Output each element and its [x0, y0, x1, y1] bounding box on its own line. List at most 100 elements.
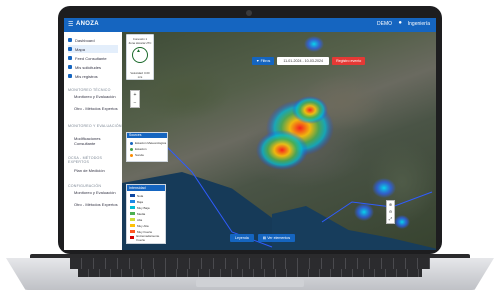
filter-icon: ▼: [256, 59, 260, 63]
feed-icon: [68, 56, 72, 60]
filter-label: Filtros: [260, 59, 271, 63]
sources-legend: Sources Estación Meteorológica Estación …: [126, 132, 168, 162]
intensity-legend: Intensidad Nula Baja Muy Baja Media Alta…: [126, 184, 166, 244]
keyboard-row: [70, 258, 430, 269]
compass-widget: Conexión 1 Zona Horaria UTC ▲ Velocidad:…: [126, 34, 154, 80]
app-brand: ANOZA: [76, 21, 99, 27]
heatmap-blob: [354, 203, 374, 221]
map-toolbar: ▼ Filtros 11-01-2024 - 10-03-2024 Regist…: [252, 57, 366, 65]
compass-speed: Velocidad: 0.00 m/s: [130, 71, 150, 79]
sidebar-item-label: Mapa: [75, 46, 86, 52]
sidebar-subitem[interactable]: Modificaciones Consultante: [74, 136, 120, 146]
records-icon: [68, 74, 72, 78]
requests-icon: [68, 65, 72, 69]
keyboard-row: [78, 269, 422, 277]
trackpad: [196, 279, 304, 287]
legend-item: Baja: [130, 199, 143, 204]
heatmap-blob: [372, 178, 396, 198]
register-event-button[interactable]: Registro evento: [332, 57, 366, 65]
sidebar: Dashboard Mapa Feed Consultante Mis soli…: [64, 32, 123, 250]
layers-icon: ▤: [262, 236, 267, 240]
boundary-line: [321, 191, 433, 223]
probe-icon: [130, 153, 133, 157]
zoom-out-icon[interactable]: ⊖: [387, 208, 394, 215]
legend-label: Muy Baja: [137, 205, 150, 210]
sidebar-subitem[interactable]: Otro - Métodos Expertos: [74, 106, 120, 111]
legend-label: Estación Meteorológica: [135, 141, 167, 145]
color-swatch: [130, 218, 135, 221]
sidebar-item-feed[interactable]: Feed Consultante: [68, 54, 107, 62]
legend-label: Extremadamente Fuerte: [136, 233, 160, 242]
legend-item: Extremadamente Fuerte: [130, 233, 165, 242]
legend-item: Estación: [130, 147, 147, 151]
sidebar-subitem[interactable]: Monitoreo y Evaluación: [74, 190, 120, 195]
legend-label: Alta: [137, 217, 143, 222]
map-bottom-bar: Leyenda ▤ Ver elementos: [230, 234, 299, 242]
date-range-input[interactable]: 11-01-2024 - 10-03-2024: [277, 57, 330, 65]
sidebar-section-title: MONITOREO Y EVALUACIÓN: [68, 124, 122, 128]
legend-item: Estación Meteorológica: [130, 141, 166, 145]
color-swatch: [130, 212, 135, 215]
legend-item: Muy Baja: [130, 205, 150, 210]
laptop-screen: ☰ ANOZA DEMO ● Ingeniería Dashboard Mapa…: [64, 18, 436, 250]
demo-label[interactable]: DEMO: [377, 21, 392, 27]
sidebar-item-dashboard[interactable]: Dashboard: [68, 36, 95, 44]
camera: [246, 10, 252, 16]
sidebar-subitem[interactable]: Otro - Métodos Expertos: [74, 202, 120, 207]
zoom-out-icon[interactable]: −: [131, 99, 139, 107]
legend-item: Media: [130, 211, 145, 216]
color-swatch: [130, 194, 135, 197]
station-icon: [130, 147, 133, 151]
sidebar-item-label: Dashboard: [75, 37, 95, 43]
boundary-line: [161, 141, 273, 248]
sidebar-item-solicitudes[interactable]: Mis solicitudes: [68, 63, 101, 71]
sidebar-subitem[interactable]: Monitoreo y Evaluación: [74, 94, 120, 99]
legend-button[interactable]: Leyenda: [230, 234, 254, 242]
bell-icon[interactable]: ●: [398, 20, 402, 26]
legend-label: Media: [137, 211, 146, 216]
sidebar-section-title: MONITOREO TÉCNICO: [68, 88, 111, 92]
hamburger-menu-icon[interactable]: ☰: [68, 21, 73, 28]
sidebar-section-title: CONFIGURACIÓN: [68, 184, 102, 188]
color-swatch: [130, 224, 135, 227]
legend-label: Estación: [135, 147, 147, 151]
legend-label: Nula: [137, 193, 144, 198]
legend-label: Sonda: [135, 153, 144, 157]
legend-item: Alta: [130, 217, 142, 222]
color-swatch: [130, 236, 135, 239]
color-swatch: [130, 200, 135, 203]
compass-line: Zona Horaria UTC: [128, 41, 152, 45]
view-elements-button[interactable]: ▤ Ver elementos: [257, 234, 296, 242]
heatmap-blob: [292, 96, 328, 124]
intensity-legend-title: Intensidad: [127, 185, 165, 191]
fullscreen-icon[interactable]: ⤢: [387, 215, 394, 222]
sidebar-item-registros[interactable]: Mis registros: [68, 72, 98, 80]
filter-button[interactable]: ▼ Filtros: [252, 57, 275, 65]
heatmap-blob: [256, 130, 308, 170]
zoom-control[interactable]: + −: [130, 90, 140, 108]
sidebar-item-label: Mis registros: [75, 73, 98, 79]
sidebar-item-mapa[interactable]: Mapa: [68, 45, 118, 53]
app-topbar: ☰ ANOZA DEMO ● Ingeniería: [64, 18, 436, 32]
legend-label: Muy Alta: [137, 223, 149, 228]
map-icon: [68, 47, 72, 51]
color-swatch: [130, 206, 135, 209]
sidebar-item-label: Feed Consultante: [75, 55, 107, 61]
sidebar-item-label: Mis solicitudes: [75, 64, 102, 70]
north-arrow-icon: ▲: [136, 48, 141, 54]
heatmap-blob: [394, 215, 410, 229]
zoom-in-icon[interactable]: +: [131, 91, 139, 99]
legend-item: Nula: [130, 193, 143, 198]
zoom-in-icon[interactable]: ⊕: [387, 201, 394, 208]
view-elements-label: Ver elementos: [267, 236, 291, 240]
legend-item: Muy Alta: [130, 223, 149, 228]
legend-label: Baja: [137, 199, 144, 204]
sidebar-section-title: OCSA - MÉTODOS EXPERTOS: [68, 156, 103, 164]
station-icon: [130, 141, 133, 145]
sources-legend-title: Sources: [127, 133, 167, 138]
map-zoom-right[interactable]: ⊕ ⊖ ⤢: [386, 200, 395, 224]
dashboard-icon: [68, 38, 72, 42]
user-menu[interactable]: Ingeniería: [408, 21, 430, 27]
legend-item: Sonda: [130, 153, 144, 157]
sidebar-subitem[interactable]: Plan de Medición: [74, 168, 120, 173]
